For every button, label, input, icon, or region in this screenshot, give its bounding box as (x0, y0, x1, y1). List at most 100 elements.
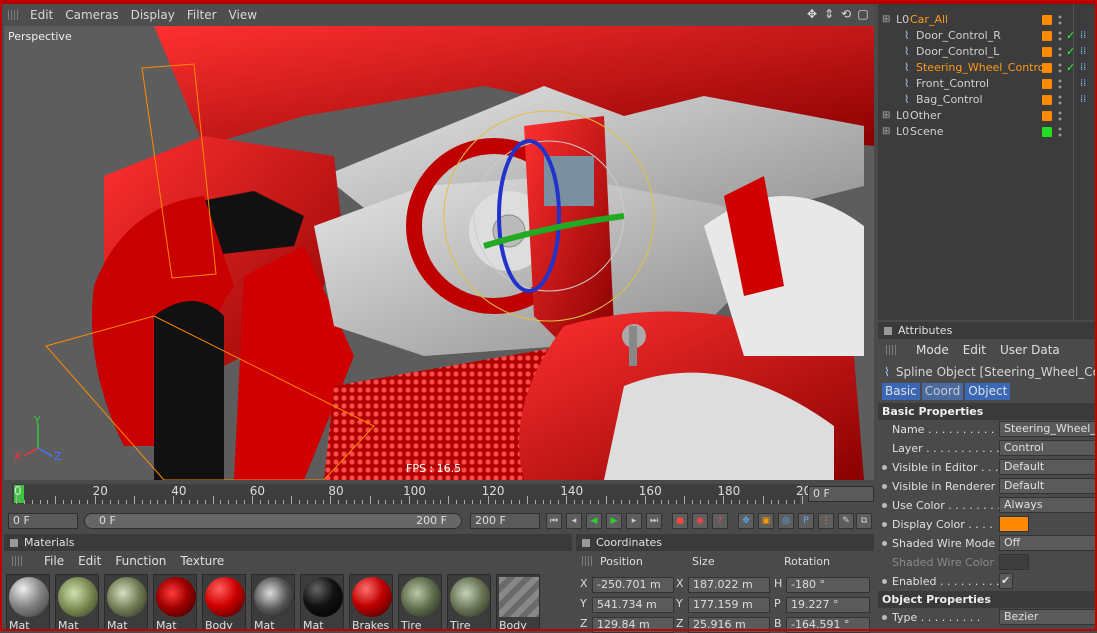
tab-object[interactable]: Object (965, 383, 1011, 400)
menu-edit[interactable]: Edit (30, 8, 53, 22)
object-name[interactable]: Car_All (910, 12, 948, 28)
rotation-field[interactable]: 19.227 ° (786, 597, 870, 613)
layer-color-swatch[interactable] (1042, 15, 1052, 25)
prop-type-value[interactable]: Bezier (999, 609, 1097, 625)
end-frame-field[interactable]: 200 F (470, 513, 540, 529)
expand-icon[interactable]: ⊞ (882, 124, 890, 140)
prop-value[interactable]: Off (999, 535, 1097, 551)
visibility-dots[interactable] (1058, 62, 1062, 74)
object-row[interactable]: ⌇ Steering_Wheel_Control ✓ ⁞⁞ (878, 60, 1097, 76)
autokey-icon[interactable]: ◉ (692, 513, 708, 529)
material-swatch[interactable]: Body (202, 574, 246, 632)
position-field[interactable]: -250.701 m (592, 577, 674, 593)
pla-key-icon[interactable]: ⋮ (818, 513, 834, 529)
visibility-dots[interactable] (1058, 110, 1062, 122)
rotation-field[interactable]: -180 ° (786, 577, 870, 593)
material-swatch[interactable]: Body (496, 574, 540, 632)
prop-value[interactable]: Always (999, 497, 1097, 513)
prev-frame-icon[interactable]: ◂ (566, 513, 582, 529)
panel-menu-icon[interactable] (582, 538, 590, 547)
layer-color-swatch[interactable] (1042, 95, 1052, 105)
prop-value[interactable] (999, 554, 1029, 570)
parameter-key-icon[interactable]: P (798, 513, 814, 529)
menu-filter[interactable]: Filter (187, 8, 217, 22)
range-slider[interactable]: 0 F 200 F (84, 513, 462, 529)
current-frame-field[interactable]: 0 F (808, 486, 874, 502)
material-swatch[interactable]: Mat (251, 574, 295, 632)
panel-grip-icon[interactable] (12, 556, 22, 566)
goto-end-icon[interactable]: ⏭ (646, 513, 662, 529)
prop-value[interactable]: Control (999, 440, 1097, 456)
layer-color-swatch[interactable] (1042, 63, 1052, 73)
object-row[interactable]: ⊞ L0 Car_All (878, 12, 1097, 28)
tag-icon[interactable]: ⁞⁞ (1080, 60, 1086, 76)
menu-view[interactable]: View (229, 8, 257, 22)
next-frame-icon[interactable]: ▸ (626, 513, 642, 529)
material-swatch[interactable]: Tire (447, 574, 491, 632)
object-name[interactable]: Door_Control_R (916, 28, 1001, 44)
tab-basic[interactable]: Basic (882, 383, 920, 400)
goto-start-icon[interactable]: ⏮ (546, 513, 562, 529)
3d-scene[interactable]: Perspective Y Z X FPS: 16.5 (4, 26, 874, 480)
material-swatch[interactable]: Brakes (349, 574, 393, 632)
rotate-view-icon[interactable]: ⟲ (839, 7, 853, 21)
material-swatch[interactable]: Mat (153, 574, 197, 632)
layer-color-swatch[interactable] (1042, 127, 1052, 137)
record-icon[interactable]: ● (672, 513, 688, 529)
visibility-dots[interactable] (1058, 46, 1062, 58)
move-view-icon[interactable]: ✥ (805, 7, 819, 21)
layer-color-swatch[interactable] (1042, 111, 1052, 121)
timeline-ruler[interactable]: 020406080100120140160180200 (12, 484, 819, 504)
animate-dot[interactable] (882, 615, 887, 620)
material-swatch[interactable]: Tire (398, 574, 442, 632)
visibility-dots[interactable] (1058, 14, 1062, 26)
layer-color-swatch[interactable] (1042, 31, 1052, 41)
attr-menu-user-data[interactable]: User Data (1000, 343, 1060, 357)
material-swatch[interactable]: Mat (55, 574, 99, 632)
object-name[interactable]: Bag_Control (916, 92, 983, 108)
tag-icon[interactable]: ⁞⁞ (1080, 28, 1086, 44)
size-field[interactable]: 177.159 m (688, 597, 770, 613)
object-name[interactable]: Scene (910, 124, 944, 140)
maximize-view-icon[interactable]: ▢ (856, 7, 870, 21)
object-name[interactable]: Other (910, 108, 941, 124)
prop-value[interactable]: Default (999, 478, 1097, 494)
material-swatch[interactable]: Mat (104, 574, 148, 632)
visibility-dots[interactable] (1058, 126, 1062, 138)
panel-menu-icon[interactable] (10, 538, 18, 547)
mat-menu-edit[interactable]: Edit (78, 554, 101, 568)
animate-dot[interactable] (882, 503, 887, 508)
tab-coord[interactable]: Coord (921, 383, 964, 400)
play-forward-icon[interactable]: ▶ (606, 513, 622, 529)
attr-menu-edit[interactable]: Edit (963, 343, 986, 357)
keyframe-selection-icon[interactable]: ? (712, 513, 728, 529)
object-name[interactable]: Front_Control (916, 76, 989, 92)
position-key-icon[interactable]: ✥ (738, 513, 754, 529)
animate-dot[interactable] (882, 541, 887, 546)
object-row[interactable]: ⌇ Door_Control_L ✓ ⁞⁞ (878, 44, 1097, 60)
object-row[interactable]: ⌇ Door_Control_R ✓ ⁞⁞ (878, 28, 1097, 44)
animate-dot[interactable] (882, 465, 887, 470)
scale-key-icon[interactable]: ▣ (758, 513, 774, 529)
expand-icon[interactable]: ⊞ (882, 108, 890, 124)
tag-icon[interactable]: ⁞⁞ (1080, 44, 1086, 60)
object-row[interactable]: ⊞ L0 Scene (878, 124, 1097, 140)
tag-icon[interactable]: ⁞⁞ (1080, 92, 1086, 108)
size-field[interactable]: 187.022 m (688, 577, 770, 593)
attr-menu-mode[interactable]: Mode (916, 343, 949, 357)
animate-dot[interactable] (882, 522, 887, 527)
material-swatch[interactable]: Mat (300, 574, 344, 632)
prop-value[interactable] (999, 516, 1029, 532)
prop-value[interactable]: Steering_Wheel_Co (999, 421, 1097, 437)
visibility-dots[interactable] (1058, 78, 1062, 90)
panel-grip-icon[interactable] (8, 10, 18, 20)
rotation-key-icon[interactable]: ◎ (778, 513, 794, 529)
start-frame-field[interactable]: 0 F (8, 513, 78, 529)
menu-cameras[interactable]: Cameras (65, 8, 118, 22)
play-reverse-icon[interactable]: ◀ (586, 513, 602, 529)
material-swatch[interactable]: Mat (6, 574, 50, 632)
panel-grip-icon[interactable] (582, 556, 592, 566)
interpolation-icon[interactable]: ✎ (838, 513, 854, 529)
mat-menu-function[interactable]: Function (115, 554, 166, 568)
object-row[interactable]: ⌇ Front_Control ⁞⁞ (878, 76, 1097, 92)
